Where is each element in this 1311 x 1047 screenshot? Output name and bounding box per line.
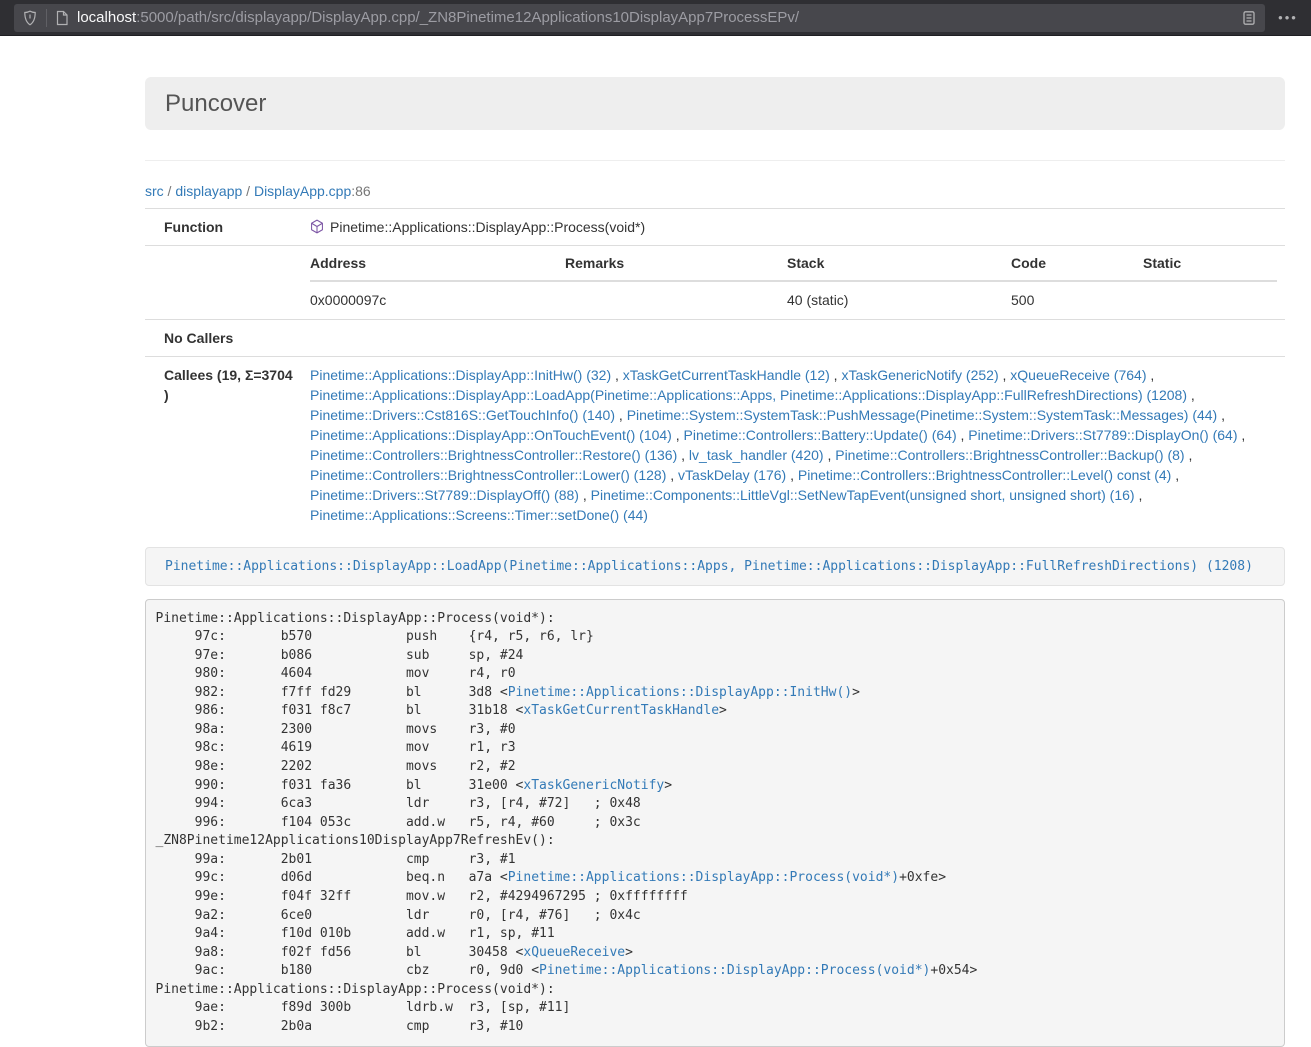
detail-table-cell: AddressRemarksStackCodeStatic 0x0000097c…	[302, 246, 1285, 320]
callee-link[interactable]: Pinetime::Applications::DisplayApp::OnTo…	[310, 427, 672, 443]
detail-row-label	[145, 246, 302, 320]
cube-icon	[310, 219, 324, 234]
toolbar-divider	[46, 9, 47, 27]
breadcrumb-link[interactable]: DisplayApp.cpp	[254, 183, 351, 199]
callee-link[interactable]: Pinetime::Controllers::Battery::Update()…	[684, 427, 957, 443]
selected-symbol-box: Pinetime::Applications::DisplayApp::Load…	[145, 547, 1285, 586]
detail-column-header: Stack	[787, 246, 1011, 281]
address-bar[interactable]: localhost:5000/path/src/displayapp/Displ…	[14, 4, 1265, 32]
callee-link[interactable]: Pinetime::Drivers::St7789::DisplayOn() (…	[968, 427, 1237, 443]
page-icon[interactable]	[55, 10, 69, 26]
callee-link[interactable]: xQueueReceive (764)	[1010, 367, 1146, 383]
symbol-link[interactable]: Pinetime::Applications::DisplayApp::Proc…	[508, 870, 899, 885]
detail-column-header: Remarks	[565, 246, 787, 281]
callee-link[interactable]: Pinetime::Drivers::St7789::DisplayOff() …	[310, 487, 579, 503]
detail-value-cell	[565, 281, 787, 319]
page-content: Puncover src / displayapp / DisplayApp.c…	[145, 77, 1285, 1047]
page-title: Puncover	[165, 91, 1265, 116]
callee-link[interactable]: Pinetime::Applications::DisplayApp::Init…	[310, 367, 611, 383]
callee-link[interactable]: Pinetime::Controllers::BrightnessControl…	[798, 467, 1171, 483]
callee-link[interactable]: lv_task_handler (420)	[689, 447, 824, 463]
no-callers-row: No Callers	[145, 320, 1285, 357]
callees-row: Callees (19, Σ=3704 ) Pinetime::Applicat…	[145, 357, 1285, 534]
overflow-menu-button[interactable]: •••	[1271, 4, 1305, 32]
detail-column-header: Code	[1011, 246, 1143, 281]
url-path: :5000/path/src/displayapp/DisplayApp.cpp…	[136, 9, 799, 26]
detail-value-cell: 500	[1011, 281, 1143, 319]
breadcrumb: src / displayapp / DisplayApp.cpp:86	[145, 181, 1285, 201]
callee-link[interactable]: Pinetime::Controllers::BrightnessControl…	[310, 467, 666, 483]
function-name: Pinetime::Applications::DisplayApp::Proc…	[330, 219, 645, 235]
breadcrumb-link[interactable]: displayapp	[175, 183, 242, 199]
detail-value-cell	[1143, 281, 1277, 319]
callee-link[interactable]: Pinetime::Drivers::Cst816S::GetTouchInfo…	[310, 407, 615, 423]
function-name-cell: Pinetime::Applications::DisplayApp::Proc…	[302, 209, 1285, 246]
breadcrumb-link[interactable]: src	[145, 183, 164, 199]
no-callers-label: No Callers	[145, 320, 302, 357]
detail-value-row: 0x0000097c 40 (static)500	[310, 281, 1277, 319]
selected-symbol-link[interactable]: Pinetime::Applications::DisplayApp::Load…	[165, 559, 1253, 574]
url-host: localhost	[77, 9, 136, 26]
callee-link[interactable]: Pinetime::Controllers::BrightnessControl…	[835, 447, 1184, 463]
symbol-link[interactable]: xTaskGetCurrentTaskHandle	[523, 703, 719, 718]
callees-list: Pinetime::Applications::DisplayApp::Init…	[302, 357, 1285, 534]
callee-link[interactable]: Pinetime::Applications::DisplayApp::Load…	[310, 387, 1187, 403]
detail-value-cell: 0x0000097c	[310, 281, 565, 319]
no-callers-cell	[302, 320, 1285, 357]
function-row-label: Function	[145, 209, 302, 246]
callee-link[interactable]: Pinetime::Controllers::BrightnessControl…	[310, 447, 677, 463]
callee-link[interactable]: Pinetime::Applications::Screens::Timer::…	[310, 507, 648, 523]
browser-toolbar: localhost:5000/path/src/displayapp/Displ…	[0, 0, 1311, 36]
detail-column-header: Static	[1143, 246, 1277, 281]
detail-table: AddressRemarksStackCodeStatic 0x0000097c…	[310, 246, 1277, 319]
callee-link[interactable]: xTaskGetCurrentTaskHandle (12)	[623, 367, 830, 383]
detail-header-row: AddressRemarksStackCodeStatic	[310, 246, 1277, 281]
assembly-block: Pinetime::Applications::DisplayApp::Proc…	[145, 599, 1285, 1047]
reader-mode-icon[interactable]	[1241, 10, 1257, 26]
shield-icon[interactable]	[22, 10, 38, 26]
symbol-link[interactable]: xQueueReceive	[523, 945, 625, 960]
symbol-link[interactable]: Pinetime::Applications::DisplayApp::Proc…	[539, 963, 930, 978]
callee-link[interactable]: Pinetime::Components::LittleVgl::SetNewT…	[591, 487, 1135, 503]
detail-column-header: Address	[310, 246, 565, 281]
symbol-link[interactable]: Pinetime::Applications::DisplayApp::Init…	[508, 685, 852, 700]
detail-value-cell: 40 (static)	[787, 281, 1011, 319]
url-input[interactable]: localhost:5000/path/src/displayapp/Displ…	[77, 9, 1241, 26]
callee-link[interactable]: vTaskDelay (176)	[678, 467, 786, 483]
function-table: Function Pinetime::Applications::Display…	[145, 208, 1285, 533]
symbol-link[interactable]: xTaskGenericNotify	[523, 778, 664, 793]
detail-row: AddressRemarksStackCodeStatic 0x0000097c…	[145, 246, 1285, 320]
callees-label: Callees (19, Σ=3704 )	[145, 357, 302, 534]
callee-link[interactable]: xTaskGenericNotify (252)	[841, 367, 998, 383]
function-row: Function Pinetime::Applications::Display…	[145, 209, 1285, 246]
app-header: Puncover	[145, 77, 1285, 130]
divider	[145, 160, 1285, 161]
callee-link[interactable]: Pinetime::System::SystemTask::PushMessag…	[627, 407, 1218, 423]
